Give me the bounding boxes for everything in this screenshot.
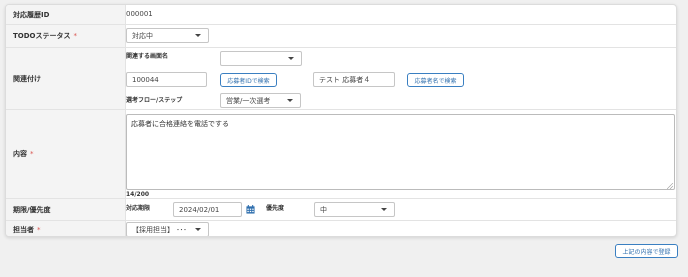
flow-step-label: 選考フロー/ステップ	[126, 97, 183, 104]
chevron-down-icon	[381, 208, 387, 211]
chevron-down-icon	[288, 57, 294, 60]
char-count: 14/200	[126, 191, 150, 198]
todo-status-label: TODOステータス *	[6, 25, 126, 47]
related-row: 関連付け 関連する画面名 100044 応募者IDで検索 テスト 応募者４ 応募…	[6, 47, 676, 109]
chevron-down-icon	[195, 34, 201, 37]
priority-select[interactable]: 中	[314, 202, 395, 217]
history-id-row: 対応履歴ID 000001	[6, 5, 676, 24]
screen-name-label: 関連する画面名	[126, 53, 169, 60]
due-date-input[interactable]: 2024/02/01	[173, 202, 242, 217]
required-mark: *	[73, 32, 78, 40]
deadline-label: 期限/優先度	[6, 199, 126, 220]
screen-name-select[interactable]	[220, 51, 302, 66]
applicant-name-input[interactable]: テスト 応募者４	[313, 72, 395, 87]
chevron-down-icon	[195, 228, 201, 231]
assignee-label: 担当者 *	[6, 221, 126, 236]
required-mark: *	[37, 225, 41, 234]
related-label: 関連付け	[6, 48, 126, 109]
priority-label: 優先度	[266, 205, 285, 212]
deadline-row: 期限/優先度 対応期限 2024/02/01 優先度 中	[6, 198, 676, 220]
resize-grip-icon[interactable]	[667, 183, 673, 189]
content-label: 内容 *	[6, 110, 126, 198]
submit-button[interactable]: 上記の内容で登録	[615, 244, 678, 258]
todo-status-row: TODOステータス * 対応中	[6, 24, 676, 47]
applicant-id-input[interactable]: 100044	[126, 72, 207, 87]
content-textarea[interactable]: 応募者に合格連絡を電話でする	[126, 114, 675, 190]
assignee-select[interactable]: 【採用担当】 ･･･	[126, 222, 209, 236]
content-row: 内容 * 応募者に合格連絡を電話でする 14/200	[6, 109, 676, 198]
todo-form-card: 対応履歴ID 000001 TODOステータス * 対応中 関連付け 関連する画面…	[5, 4, 677, 237]
flow-step-select[interactable]: 営業/一次選考	[220, 93, 301, 108]
chevron-down-icon	[287, 99, 293, 102]
history-id-value: 000001	[126, 10, 153, 18]
history-id-label: 対応履歴ID	[6, 5, 126, 24]
todo-status-select[interactable]: 対応中	[126, 28, 209, 43]
assignee-row: 担当者 * 【採用担当】 ･･･	[6, 220, 676, 236]
required-mark: *	[30, 150, 34, 158]
search-by-id-button[interactable]: 応募者IDで検索	[220, 73, 277, 87]
due-date-label: 対応期限	[126, 205, 151, 212]
search-by-name-button[interactable]: 応募者名で検索	[407, 73, 464, 87]
calendar-icon[interactable]	[246, 205, 255, 214]
